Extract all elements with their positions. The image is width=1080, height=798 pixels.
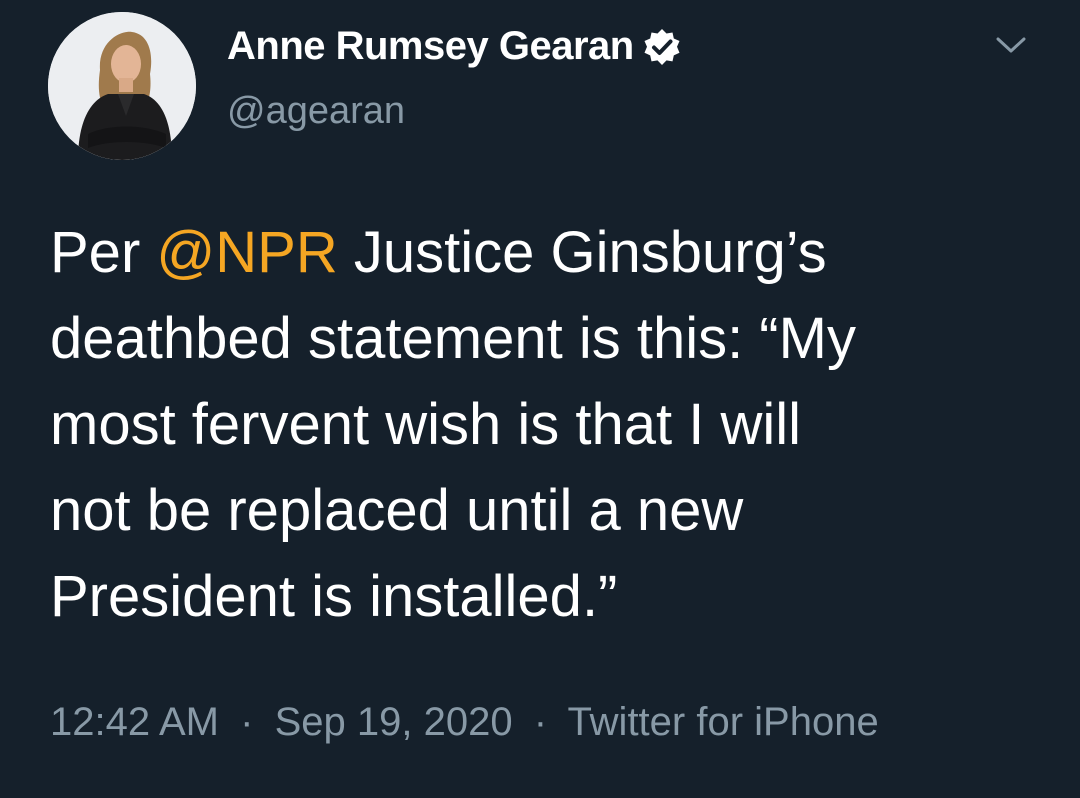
user-handle[interactable]: @agearan: [227, 90, 405, 133]
tweet-time[interactable]: 12:42 AM: [50, 700, 219, 744]
mention-link[interactable]: @NPR: [156, 220, 337, 285]
tweet-text-segment: Justice Ginsburg’s: [337, 220, 827, 285]
author-row: Anne Rumsey Gearan: [227, 24, 682, 69]
tweet-line: deathbed statement is this: “My: [50, 306, 856, 371]
tweet-date[interactable]: Sep 19, 2020: [275, 700, 513, 744]
tweet-meta: 12:42 AM · Sep 19, 2020 · Twitter for iP…: [50, 700, 879, 745]
avatar[interactable]: [48, 12, 196, 160]
tweet-line: Per @NPR Justice Ginsburg’s: [50, 210, 1050, 296]
tweet-line: most fervent wish is that I will: [50, 392, 801, 457]
tweet-line: not be replaced until a new: [50, 478, 744, 543]
chevron-down-icon[interactable]: [990, 30, 1032, 60]
tweet-line: President is installed.”: [50, 564, 618, 629]
tweet-text-segment: Per: [50, 220, 157, 285]
profile-photo-icon: [48, 12, 196, 160]
meta-separator: ·: [240, 700, 254, 744]
verified-badge-icon: [644, 28, 680, 65]
display-name[interactable]: Anne Rumsey Gearan: [227, 24, 634, 69]
tweet-text: Per @NPR Justice Ginsburg’s deathbed sta…: [50, 210, 1050, 640]
meta-separator: ·: [533, 700, 548, 744]
tweet-source[interactable]: Twitter for iPhone: [567, 700, 878, 744]
